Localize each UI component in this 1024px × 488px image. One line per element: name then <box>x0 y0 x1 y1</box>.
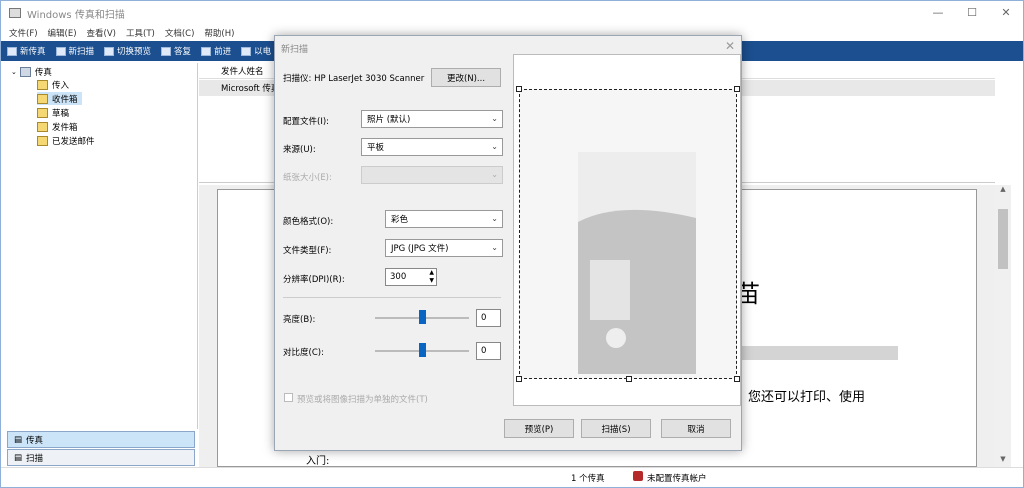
tree-item-incoming[interactable]: 传入 <box>37 78 69 91</box>
cancel-button[interactable]: 取消 <box>661 419 731 438</box>
crop-handle-bottom-right[interactable] <box>734 376 740 382</box>
tree-item-inbox[interactable]: 收件箱 <box>37 92 82 105</box>
color-format-label: 颜色格式(O): <box>283 217 334 227</box>
separate-files-checkbox[interactable] <box>284 393 293 402</box>
file-type-label: 文件类型(F): <box>283 246 332 256</box>
status-account: 未配置传真帐户 <box>647 474 707 484</box>
brightness-input[interactable]: 0 <box>476 309 501 327</box>
folder-tree: ⌄ 传真 传入 收件箱 草稿 发件箱 已发送邮件 <box>5 63 198 429</box>
reply-button[interactable]: 答复 <box>161 45 191 57</box>
profile-select[interactable]: 照片 (默认) ⌄ <box>361 110 503 128</box>
scan-region[interactable] <box>516 86 740 382</box>
preview-text-line: 您还可以打印、使用 <box>748 390 866 405</box>
maximize-button[interactable]: ☐ <box>955 1 989 25</box>
scroll-up-icon[interactable]: ▲ <box>995 185 1011 197</box>
close-button[interactable]: ✕ <box>989 1 1023 25</box>
chevron-down-icon: ⌄ <box>491 114 498 123</box>
menu-file[interactable]: 文件(F) <box>9 27 38 39</box>
expand-chevron-icon[interactable]: ⌄ <box>11 68 17 76</box>
source-label: 来源(U): <box>283 145 316 155</box>
email-icon <box>241 46 252 56</box>
fax-icon <box>19 66 31 77</box>
app-icon <box>9 8 21 18</box>
brightness-label: 亮度(B): <box>283 315 316 325</box>
scanner-label: 扫描仪: HP LaserJet 3030 Scanner <box>283 74 425 84</box>
resolution-label: 分辨率(DPI)(R): <box>283 275 345 285</box>
change-scanner-button[interactable]: 更改(N)... <box>431 68 501 87</box>
color-format-select[interactable]: 彩色 ⌄ <box>385 210 503 228</box>
chevron-down-icon: ⌄ <box>491 243 498 252</box>
new-scan-button[interactable]: 新扫描 <box>55 45 94 57</box>
fax-icon: ▤ <box>14 434 23 445</box>
spinner-arrows-icon[interactable]: ▲ ▼ <box>429 269 434 285</box>
scroll-down-icon[interactable]: ▼ <box>995 455 1011 467</box>
chevron-down-icon: ⌄ <box>491 170 498 179</box>
folder-icon <box>37 79 48 90</box>
scanned-card-emblem <box>606 328 626 348</box>
crop-handle-bottom-left[interactable] <box>516 376 522 382</box>
resolution-spinner[interactable]: 300 ▲ ▼ <box>385 268 437 286</box>
status-bar: 1 个传真 未配置传真帐户 <box>1 467 1023 487</box>
reply-icon <box>161 46 172 56</box>
email-button[interactable]: 以电 <box>241 45 271 57</box>
paper-size-select: ⌄ <box>361 166 503 184</box>
folder-icon <box>37 121 48 132</box>
title-bar: Windows 传真和扫描 — ☐ ✕ <box>1 1 1023 25</box>
separate-files-label: 预览或将图像扫描为单独的文件(T) <box>297 395 428 405</box>
scan-button[interactable]: 扫描(S) <box>581 419 651 438</box>
minimize-button[interactable]: — <box>921 1 955 25</box>
preview-button[interactable]: 预览(P) <box>504 419 574 438</box>
folder-icon <box>37 107 48 118</box>
preview-intro: 入门: <box>306 456 330 467</box>
preview-gray-bar <box>738 346 898 360</box>
new-fax-icon <box>7 46 17 56</box>
window-title: Windows 传真和扫描 <box>27 9 125 21</box>
brightness-slider-thumb[interactable] <box>419 310 426 324</box>
contrast-slider-thumb[interactable] <box>419 343 426 357</box>
forward-icon <box>201 46 212 56</box>
new-scan-dialog: 新扫描 ✕ 扫描仪: HP LaserJet 3030 Scanner 更改(N… <box>274 35 742 451</box>
toggle-preview-icon <box>104 46 115 56</box>
contrast-label: 对比度(C): <box>283 348 324 358</box>
paper-size-label: 纸张大小(E): <box>283 173 332 183</box>
tree-item-drafts[interactable]: 草稿 <box>37 106 69 119</box>
warning-icon <box>633 471 643 481</box>
nav-fax-button[interactable]: ▤ 传真 <box>7 431 195 448</box>
tree-item-sent[interactable]: 已发送邮件 <box>37 134 95 147</box>
menu-document[interactable]: 文档(C) <box>165 27 195 39</box>
toggle-preview-button[interactable]: 切换预览 <box>104 45 151 57</box>
scanned-card-figure <box>590 260 630 320</box>
chevron-down-icon: ⌄ <box>491 214 498 223</box>
folder-icon <box>37 135 48 146</box>
menu-view[interactable]: 查看(V) <box>87 27 116 39</box>
scrollbar-thumb[interactable] <box>998 209 1008 269</box>
dialog-close-icon[interactable]: ✕ <box>725 39 735 53</box>
scan-preview-area <box>513 54 741 406</box>
scan-icon: ▤ <box>14 452 23 463</box>
new-fax-button[interactable]: 新传真 <box>7 45 46 57</box>
settings-divider <box>283 297 501 298</box>
new-scan-icon <box>55 46 66 56</box>
menu-help[interactable]: 帮助(H) <box>204 27 234 39</box>
forward-button[interactable]: 前进 <box>201 45 231 57</box>
chevron-down-icon: ⌄ <box>491 142 498 151</box>
crop-handle-top-right[interactable] <box>734 86 740 92</box>
tree-item-outbox[interactable]: 发件箱 <box>37 120 78 133</box>
menu-tools[interactable]: 工具(T) <box>126 27 155 39</box>
vertical-scrollbar[interactable]: ▲ ▼ <box>995 185 1011 467</box>
file-type-select[interactable]: JPG (JPG 文件) ⌄ <box>385 239 503 257</box>
nav-scan-button[interactable]: ▤ 扫描 <box>7 449 195 466</box>
tree-root-fax[interactable]: ⌄ 传真 <box>11 65 52 78</box>
menu-edit[interactable]: 编辑(E) <box>48 27 77 39</box>
crop-handle-top-left[interactable] <box>516 86 522 92</box>
profile-label: 配置文件(I): <box>283 117 330 127</box>
scanned-image <box>578 152 696 374</box>
dialog-title: 新扫描 <box>281 45 309 55</box>
source-select[interactable]: 平板 ⌄ <box>361 138 503 156</box>
crop-handle-bottom[interactable] <box>626 376 632 382</box>
folder-icon <box>37 93 48 104</box>
contrast-input[interactable]: 0 <box>476 342 501 360</box>
status-count: 1 个传真 <box>571 474 605 484</box>
